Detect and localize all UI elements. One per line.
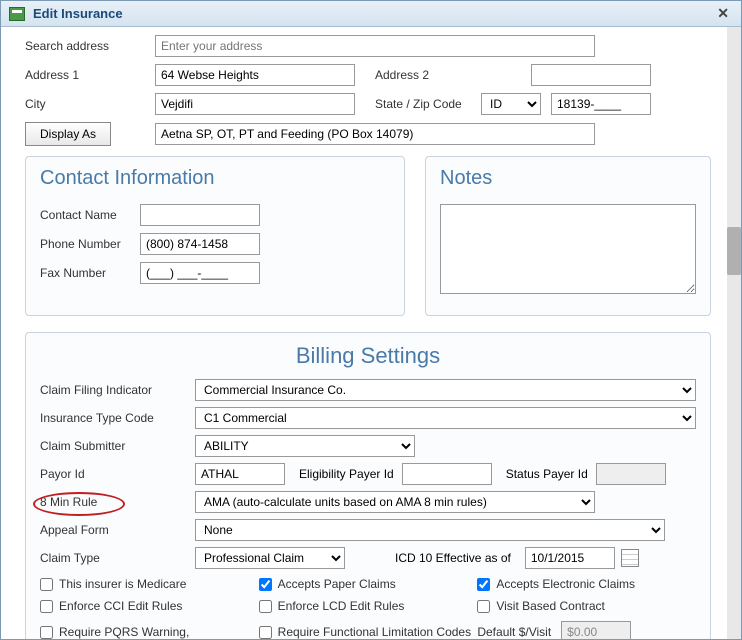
display-as-button[interactable]: Display As	[25, 122, 111, 146]
contact-panel: Contact Information Contact Name Phone N…	[25, 156, 405, 316]
cfi-select[interactable]: Commercial Insurance Co.	[195, 379, 696, 401]
cci-label: Enforce CCI Edit Rules	[59, 599, 182, 613]
pqrs-checkbox[interactable]	[40, 626, 53, 639]
phone-input[interactable]	[140, 233, 260, 255]
search-address-label: Search address	[25, 39, 155, 53]
defvisit-input	[561, 621, 631, 639]
calendar-icon[interactable]	[621, 549, 639, 567]
pqrs-label: Require PQRS Warning,	[59, 625, 189, 639]
scrollbar-thumb[interactable]	[727, 227, 741, 275]
cs-select[interactable]: ABILITY	[195, 435, 415, 457]
visit-label: Visit Based Contract	[496, 599, 605, 613]
visit-checkbox[interactable]	[477, 600, 490, 613]
electronic-checkbox[interactable]	[477, 578, 490, 591]
zip-input[interactable]	[551, 93, 651, 115]
city-label: City	[25, 97, 155, 111]
paper-label: Accepts Paper Claims	[278, 577, 396, 591]
billing-heading: Billing Settings	[40, 343, 696, 369]
func-label: Require Functional Limitation Codes	[278, 625, 471, 639]
rule-select[interactable]: AMA (auto-calculate units based on AMA 8…	[195, 491, 595, 513]
paper-checkbox[interactable]	[259, 578, 272, 591]
phone-label: Phone Number	[40, 237, 140, 251]
ct-select[interactable]: Professional Claim	[195, 547, 345, 569]
defvisit-label: Default $/Visit	[477, 625, 551, 639]
window-title: Edit Insurance	[33, 6, 123, 21]
notes-heading: Notes	[440, 167, 696, 190]
window-icon	[9, 7, 25, 21]
fax-label: Fax Number	[40, 266, 140, 280]
elig-label: Eligibility Payer Id	[285, 467, 402, 481]
elig-input[interactable]	[402, 463, 492, 485]
contact-name-input[interactable]	[140, 204, 260, 226]
medicare-label: This insurer is Medicare	[59, 577, 186, 591]
itc-select[interactable]: C1 Commercial	[195, 407, 696, 429]
address1-input[interactable]	[155, 64, 355, 86]
contact-name-label: Contact Name	[40, 208, 140, 222]
state-zip-label: State / Zip Code	[355, 97, 474, 111]
city-input[interactable]	[155, 93, 355, 115]
cfi-label: Claim Filing Indicator	[40, 383, 195, 397]
display-as-input[interactable]	[155, 123, 595, 145]
cs-label: Claim Submitter	[40, 439, 195, 453]
itc-label: Insurance Type Code	[40, 411, 195, 425]
address2-input[interactable]	[531, 64, 651, 86]
scrollbar[interactable]	[727, 27, 741, 639]
search-address-input[interactable]	[155, 35, 595, 57]
func-checkbox[interactable]	[259, 626, 272, 639]
cci-checkbox[interactable]	[40, 600, 53, 613]
payor-label: Payor Id	[40, 467, 195, 481]
content-area: Search address Address 1 Address 2 City …	[1, 27, 727, 639]
contact-heading: Contact Information	[40, 167, 390, 190]
notes-textarea[interactable]	[440, 204, 696, 294]
lcd-label: Enforce LCD Edit Rules	[278, 599, 405, 613]
appeal-select[interactable]: None	[195, 519, 665, 541]
payor-input[interactable]	[195, 463, 285, 485]
titlebar: Edit Insurance ✕	[1, 1, 741, 27]
rule-label: 8 Min Rule	[40, 495, 195, 509]
icd-label: ICD 10 Effective as of	[345, 551, 525, 565]
lcd-checkbox[interactable]	[259, 600, 272, 613]
state-select[interactable]: ID	[481, 93, 541, 115]
icd-input[interactable]	[525, 547, 615, 569]
close-icon[interactable]: ✕	[713, 5, 733, 22]
billing-panel: Billing Settings Claim Filing IndicatorC…	[25, 332, 711, 639]
medicare-checkbox[interactable]	[40, 578, 53, 591]
address1-label: Address 1	[25, 68, 155, 82]
edit-insurance-window: Edit Insurance ✕ Search address Address …	[0, 0, 742, 640]
notes-panel: Notes	[425, 156, 711, 316]
fax-input[interactable]	[140, 262, 260, 284]
appeal-label: Appeal Form	[40, 523, 195, 537]
electronic-label: Accepts Electronic Claims	[496, 577, 635, 591]
status-input	[596, 463, 666, 485]
address2-label: Address 2	[355, 68, 441, 82]
ct-label: Claim Type	[40, 551, 195, 565]
status-label: Status Payer Id	[492, 467, 596, 481]
